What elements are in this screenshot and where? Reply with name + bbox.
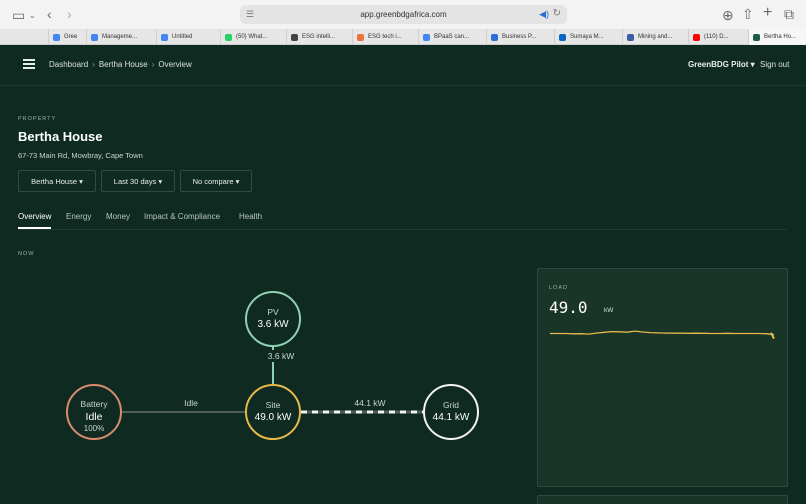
share-icon[interactable]: ⇧ bbox=[742, 7, 754, 21]
tab-favicon-icon bbox=[291, 33, 298, 41]
browser-tab-bar: Gree Manageme... Untitled (50) What... E… bbox=[0, 29, 806, 45]
browser-tab[interactable]: Manageme... bbox=[86, 29, 156, 45]
browser-toolbar: ▭ ⌄ ‹ › ☰ app.greenbdgafrica.com ◀) ↻ ⊕ … bbox=[0, 0, 806, 29]
tab-energy[interactable]: Energy bbox=[66, 212, 91, 221]
breadcrumb-current: Overview bbox=[158, 60, 192, 69]
compare-select[interactable]: No compare ▾ bbox=[180, 170, 252, 192]
battery-node-state: Idle bbox=[86, 411, 103, 423]
pv-node-name: PV bbox=[267, 307, 279, 317]
energy-flow-diagram: 3.6 kW Idle 44.1 kW PV 3.6 kW Battery Id… bbox=[66, 291, 479, 440]
browser-tab[interactable]: Business P... bbox=[486, 29, 554, 45]
load-series-endpoint bbox=[770, 332, 775, 340]
breadcrumb-property[interactable]: Bertha House bbox=[99, 60, 148, 69]
app-header: Dashboard › Bertha House › Overview GreenBDG… bbox=[0, 45, 806, 86]
grid-node[interactable]: Grid 44.1 kW bbox=[423, 384, 479, 440]
tab-favicon-icon bbox=[423, 33, 430, 41]
load-sparkline bbox=[550, 330, 775, 340]
new-tab-icon[interactable]: + bbox=[763, 5, 772, 21]
browser-tab[interactable]: Gree bbox=[48, 29, 82, 45]
menu-icon[interactable] bbox=[23, 59, 35, 69]
battery-node-soc: 100% bbox=[84, 424, 104, 433]
account-menu[interactable]: GreenBDG Pilot ▾ bbox=[688, 60, 755, 69]
tab-health[interactable]: Health bbox=[239, 212, 262, 221]
tab-overview-icon[interactable]: ⧉ bbox=[784, 7, 794, 21]
forward-icon[interactable]: › bbox=[67, 7, 72, 21]
battery-node[interactable]: Battery Idle 100% bbox=[66, 384, 122, 440]
site-node[interactable]: Site 49.0 kW bbox=[245, 384, 301, 440]
tab-favicon-icon bbox=[693, 33, 700, 41]
property-eyebrow: PROPERTY bbox=[18, 116, 57, 122]
browser-tab[interactable]: (110) D... bbox=[688, 29, 748, 45]
tab-favicon-icon bbox=[225, 33, 232, 41]
browser-tab[interactable]: Mining and... bbox=[622, 29, 688, 45]
section-tabs: Overview Energy Money Impact & Complianc… bbox=[18, 205, 787, 230]
chevron-down-icon[interactable]: ⌄ bbox=[29, 9, 36, 23]
breadcrumb: Dashboard › Bertha House › Overview bbox=[49, 60, 192, 69]
grid-node-name: Grid bbox=[443, 400, 459, 410]
tab-favicon-icon bbox=[91, 33, 98, 41]
browser-tab-active[interactable]: Bertha Ho... bbox=[748, 29, 806, 45]
grid-flow-label: 44.1 kW bbox=[354, 398, 385, 408]
property-select[interactable]: Bertha House ▾ bbox=[18, 170, 96, 192]
tab-favicon-icon bbox=[559, 33, 566, 41]
load-value: 49.0 bbox=[549, 298, 588, 317]
tab-favicon-icon bbox=[53, 33, 60, 41]
tab-favicon-icon bbox=[627, 33, 634, 41]
date-range-select[interactable]: Last 30 days ▾ bbox=[101, 170, 175, 192]
pv-node[interactable]: PV 3.6 kW bbox=[245, 291, 301, 347]
reload-icon[interactable]: ↻ bbox=[553, 8, 561, 19]
browser-tab[interactable]: BPaaS can... bbox=[418, 29, 486, 45]
pv-flow-label: 3.6 kW bbox=[268, 351, 294, 361]
breadcrumb-separator-icon: › bbox=[151, 60, 155, 69]
breadcrumb-separator-icon: › bbox=[92, 60, 95, 69]
download-icon[interactable]: ⊕ bbox=[722, 8, 734, 22]
tab-favicon-icon bbox=[357, 33, 364, 41]
grid-node-value: 44.1 kW bbox=[433, 412, 470, 423]
tab-money[interactable]: Money bbox=[106, 212, 130, 221]
tab-overview[interactable]: Overview bbox=[18, 212, 52, 229]
site-node-name: Site bbox=[266, 400, 281, 410]
load-card: LOAD 49.0 kW bbox=[537, 268, 788, 487]
battery-flow-label: Idle bbox=[184, 398, 198, 408]
speaker-icon[interactable]: ◀) bbox=[539, 9, 549, 20]
address-bar[interactable]: ☰ app.greenbdgafrica.com ◀) ↻ bbox=[240, 5, 567, 24]
sidebar-toggle-icon[interactable]: ▭ bbox=[12, 8, 25, 22]
load-series-line bbox=[550, 330, 775, 336]
browser-tab[interactable]: ESG intelli... bbox=[286, 29, 352, 45]
url-text: app.greenbdgafrica.com bbox=[360, 10, 447, 19]
browser-tab[interactable]: Untitled bbox=[156, 29, 220, 45]
site-node-value: 49.0 kW bbox=[255, 412, 292, 423]
browser-tab[interactable]: (50) What... bbox=[220, 29, 286, 45]
battery-node-name: Battery bbox=[81, 399, 109, 409]
pv-node-value: 3.6 kW bbox=[257, 319, 289, 330]
load-unit: kW bbox=[604, 307, 614, 314]
browser-tab[interactable]: ESG tech i... bbox=[352, 29, 418, 45]
back-icon[interactable]: ‹ bbox=[47, 7, 52, 21]
tab-favicon-icon bbox=[491, 33, 498, 41]
tab-favicon-icon bbox=[161, 33, 168, 41]
tab-favicon-icon bbox=[753, 33, 760, 41]
load-label: LOAD bbox=[549, 285, 568, 291]
browser-tab[interactable]: Sumaya M... bbox=[554, 29, 622, 45]
breadcrumb-dashboard[interactable]: Dashboard bbox=[49, 60, 88, 69]
page-settings-icon[interactable]: ☰ bbox=[246, 9, 254, 20]
property-address: 67-73 Main Rd, Mowbray, Cape Town bbox=[18, 151, 143, 160]
page-title: Bertha House bbox=[18, 129, 103, 144]
sign-out-link[interactable]: Sign out bbox=[760, 60, 789, 69]
secondary-card bbox=[537, 495, 788, 504]
tab-impact-compliance[interactable]: Impact & Compliance bbox=[144, 212, 220, 221]
